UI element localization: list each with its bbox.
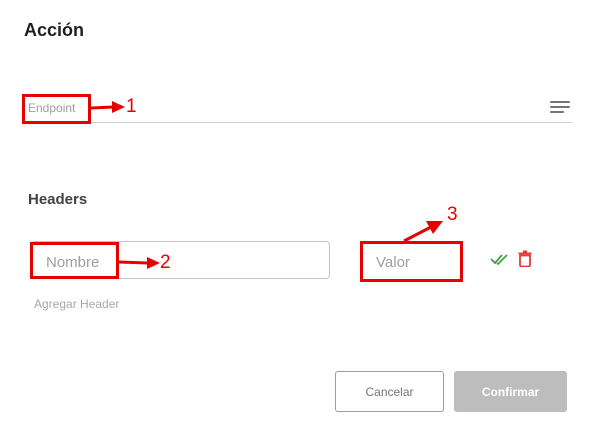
dialog-title: Acción	[24, 20, 85, 40]
double-check-icon[interactable]	[490, 252, 510, 266]
headers-section-title: Headers	[28, 191, 88, 208]
annotation-box-1	[22, 94, 91, 124]
annotation-label-2: 2	[160, 252, 171, 273]
annotation-label-1: 1	[126, 96, 137, 117]
confirm-button[interactable]: Confirmar	[454, 371, 567, 412]
annotation-box-2	[30, 242, 119, 279]
annotation-label-3: 3	[447, 204, 458, 225]
trash-icon[interactable]	[518, 250, 532, 267]
annotation-arrows	[90, 101, 443, 269]
add-header-link[interactable]: Agregar Header	[34, 297, 119, 311]
cancel-button[interactable]: Cancelar	[335, 371, 444, 412]
endpoint-underline	[26, 122, 572, 123]
annotation-box-3	[360, 241, 463, 282]
menu-lines-icon[interactable]	[550, 101, 570, 115]
